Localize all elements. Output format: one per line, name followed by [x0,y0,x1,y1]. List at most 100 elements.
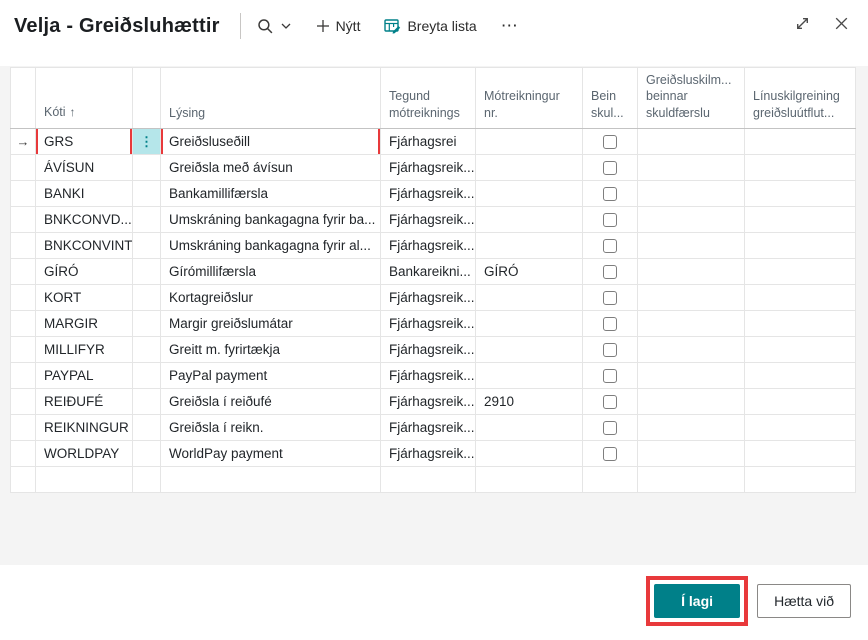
description-cell[interactable]: Greiðsla í reikn. [161,414,381,440]
direct-debit-cell[interactable] [583,284,638,310]
line-definition-cell[interactable] [745,206,856,232]
direct-debit-terms-cell[interactable] [638,128,745,154]
ok-button[interactable]: Í lagi [654,584,740,618]
direct-debit-cell[interactable] [583,466,638,492]
direct-debit-cell[interactable] [583,414,638,440]
description-cell[interactable]: Greiðsluseðill [161,128,381,154]
line-definition-cell[interactable] [745,362,856,388]
direct-debit-cell[interactable] [583,310,638,336]
description-cell[interactable]: WorldPay payment [161,440,381,466]
balancing-account-type-cell[interactable]: Fjárhagsreik... [381,206,476,232]
code-cell[interactable]: BANKI [36,180,133,206]
cancel-button[interactable]: Hætta við [757,584,851,618]
code-cell[interactable]: GRS [36,128,133,154]
direct-debit-checkbox[interactable] [603,161,617,175]
direct-debit-terms-cell[interactable] [638,440,745,466]
balancing-account-no-cell[interactable]: GÍRÓ [476,258,583,284]
line-definition-cell[interactable] [745,284,856,310]
row-menu-icon[interactable]: ⋮ [133,129,160,154]
direct-debit-checkbox[interactable] [603,421,617,435]
line-definition-cell[interactable] [745,258,856,284]
direct-debit-cell[interactable] [583,258,638,284]
description-cell[interactable]: PayPal payment [161,362,381,388]
direct-debit-cell[interactable] [583,440,638,466]
direct-debit-checkbox[interactable] [603,213,617,227]
balancing-account-type-cell[interactable]: Fjárhagsreik... [381,440,476,466]
description-cell[interactable]: Greiðsla í reiðufé [161,388,381,414]
code-cell[interactable]: MILLIFYR [36,336,133,362]
description-cell[interactable]: Gírómillifærsla [161,258,381,284]
direct-debit-terms-cell[interactable] [638,284,745,310]
direct-debit-terms-cell[interactable] [638,466,745,492]
direct-debit-terms-cell[interactable] [638,388,745,414]
code-cell[interactable]: MARGIR [36,310,133,336]
description-cell[interactable]: Greitt m. fyrirtækja [161,336,381,362]
code-cell[interactable]: KORT [36,284,133,310]
balancing-account-no-cell[interactable] [476,336,583,362]
balancing-account-no-cell[interactable] [476,284,583,310]
description-cell[interactable]: Bankamillifærsla [161,180,381,206]
line-definition-cell[interactable] [745,154,856,180]
direct-debit-cell[interactable] [583,128,638,154]
direct-debit-cell[interactable] [583,232,638,258]
description-cell[interactable]: Umskráning bankagagna fyrir al... [161,232,381,258]
line-definition-cell[interactable] [745,310,856,336]
balancing-account-no-cell[interactable] [476,414,583,440]
header-description[interactable]: Lýsing [161,68,381,129]
direct-debit-checkbox[interactable] [603,135,617,149]
close-dialog-button[interactable] [833,15,850,37]
balancing-account-no-cell[interactable] [476,362,583,388]
direct-debit-cell[interactable] [583,388,638,414]
header-code[interactable]: Kóti↑ [36,68,133,129]
code-cell[interactable]: REIKNINGUR [36,414,133,440]
balancing-account-type-cell[interactable]: Fjárhagsreik... [381,362,476,388]
header-balancing-account-no[interactable]: Mótreikningur nr. [476,68,583,129]
direct-debit-terms-cell[interactable] [638,206,745,232]
balancing-account-no-cell[interactable] [476,232,583,258]
balancing-account-type-cell[interactable]: Fjárhagsrei [381,128,476,154]
line-definition-cell[interactable] [745,466,856,492]
code-cell[interactable]: BNKCONVINT [36,232,133,258]
balancing-account-type-cell[interactable]: Fjárhagsreik... [381,388,476,414]
balancing-account-type-cell[interactable]: Bankareikni... [381,258,476,284]
line-definition-cell[interactable] [745,180,856,206]
more-options-button[interactable]: ⋯ [501,16,520,36]
direct-debit-terms-cell[interactable] [638,180,745,206]
balancing-account-no-cell[interactable] [476,440,583,466]
direct-debit-checkbox[interactable] [603,395,617,409]
direct-debit-checkbox[interactable] [603,187,617,201]
balancing-account-no-cell[interactable] [476,128,583,154]
direct-debit-checkbox[interactable] [603,265,617,279]
new-button[interactable]: Nýtt [316,18,361,34]
balancing-account-type-cell[interactable]: Fjárhagsreik... [381,336,476,362]
direct-debit-cell[interactable] [583,336,638,362]
code-cell[interactable]: ÁVÍSUN [36,154,133,180]
direct-debit-checkbox[interactable] [603,447,617,461]
direct-debit-terms-cell[interactable] [638,310,745,336]
direct-debit-terms-cell[interactable] [638,258,745,284]
description-cell[interactable]: Kortagreiðslur [161,284,381,310]
header-line-definition[interactable]: Línuskilgreining greiðsluútflut... [745,68,856,129]
code-cell[interactable] [36,466,133,492]
description-cell[interactable]: Umskráning bankagagna fyrir ba... [161,206,381,232]
balancing-account-type-cell[interactable]: Fjárhagsreik... [381,414,476,440]
line-definition-cell[interactable] [745,232,856,258]
line-definition-cell[interactable] [745,440,856,466]
balancing-account-type-cell[interactable]: Fjárhagsreik... [381,180,476,206]
balancing-account-type-cell[interactable]: Fjárhagsreik... [381,284,476,310]
direct-debit-checkbox[interactable] [603,343,617,357]
balancing-account-no-cell[interactable] [476,466,583,492]
code-cell[interactable]: BNKCONVD... [36,206,133,232]
direct-debit-terms-cell[interactable] [638,362,745,388]
line-definition-cell[interactable] [745,414,856,440]
balancing-account-type-cell[interactable]: Fjárhagsreik... [381,310,476,336]
direct-debit-cell[interactable] [583,154,638,180]
header-direct-debit-terms[interactable]: Greiðsluskilm... beinnar skuldfærslu [638,68,745,129]
balancing-account-no-cell[interactable] [476,310,583,336]
balancing-account-no-cell[interactable] [476,206,583,232]
header-balancing-account-type[interactable]: Tegund mótreiknings [381,68,476,129]
balancing-account-type-cell[interactable]: Fjárhagsreik... [381,154,476,180]
line-definition-cell[interactable] [745,388,856,414]
direct-debit-cell[interactable] [583,180,638,206]
balancing-account-type-cell[interactable] [381,466,476,492]
